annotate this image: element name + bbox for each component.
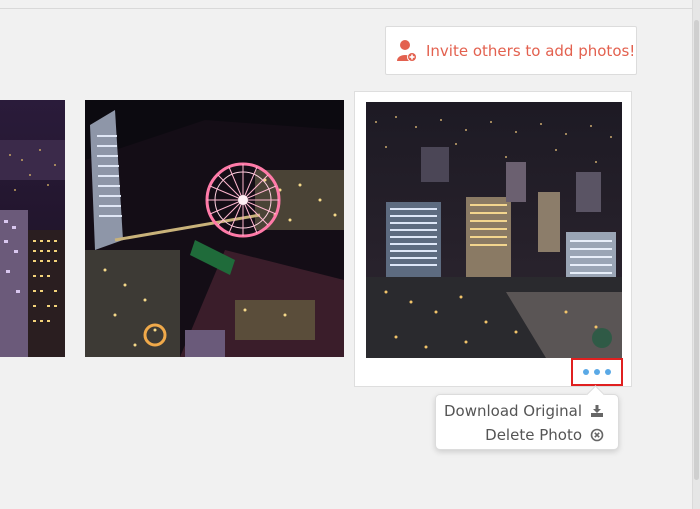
photo-ferris-wheel[interactable] xyxy=(85,100,344,357)
photo-city-skyline[interactable] xyxy=(366,102,622,358)
download-icon xyxy=(590,404,604,418)
menu-item-download-original[interactable]: Download Original xyxy=(436,399,618,423)
menu-item-label: Delete Photo xyxy=(485,426,582,444)
top-divider xyxy=(0,8,700,9)
photo-card-selected xyxy=(354,91,632,387)
more-dot xyxy=(605,369,611,375)
menu-item-delete-photo[interactable]: Delete Photo xyxy=(436,423,618,447)
photo-left[interactable] xyxy=(0,100,65,357)
scrollbar-thumb[interactable] xyxy=(694,20,699,480)
invite-others-button[interactable]: Invite others to add photos! xyxy=(385,26,637,75)
delete-circle-icon xyxy=(590,428,604,442)
more-dot xyxy=(594,369,600,375)
add-user-icon xyxy=(396,39,418,63)
more-options-button[interactable] xyxy=(571,358,623,386)
photo-options-menu: Download Original Delete Photo xyxy=(435,394,619,450)
menu-item-label: Download Original xyxy=(443,402,582,420)
vertical-scrollbar[interactable] xyxy=(692,0,700,509)
invite-label: Invite others to add photos! xyxy=(426,41,636,60)
more-dots-icon xyxy=(583,369,589,375)
